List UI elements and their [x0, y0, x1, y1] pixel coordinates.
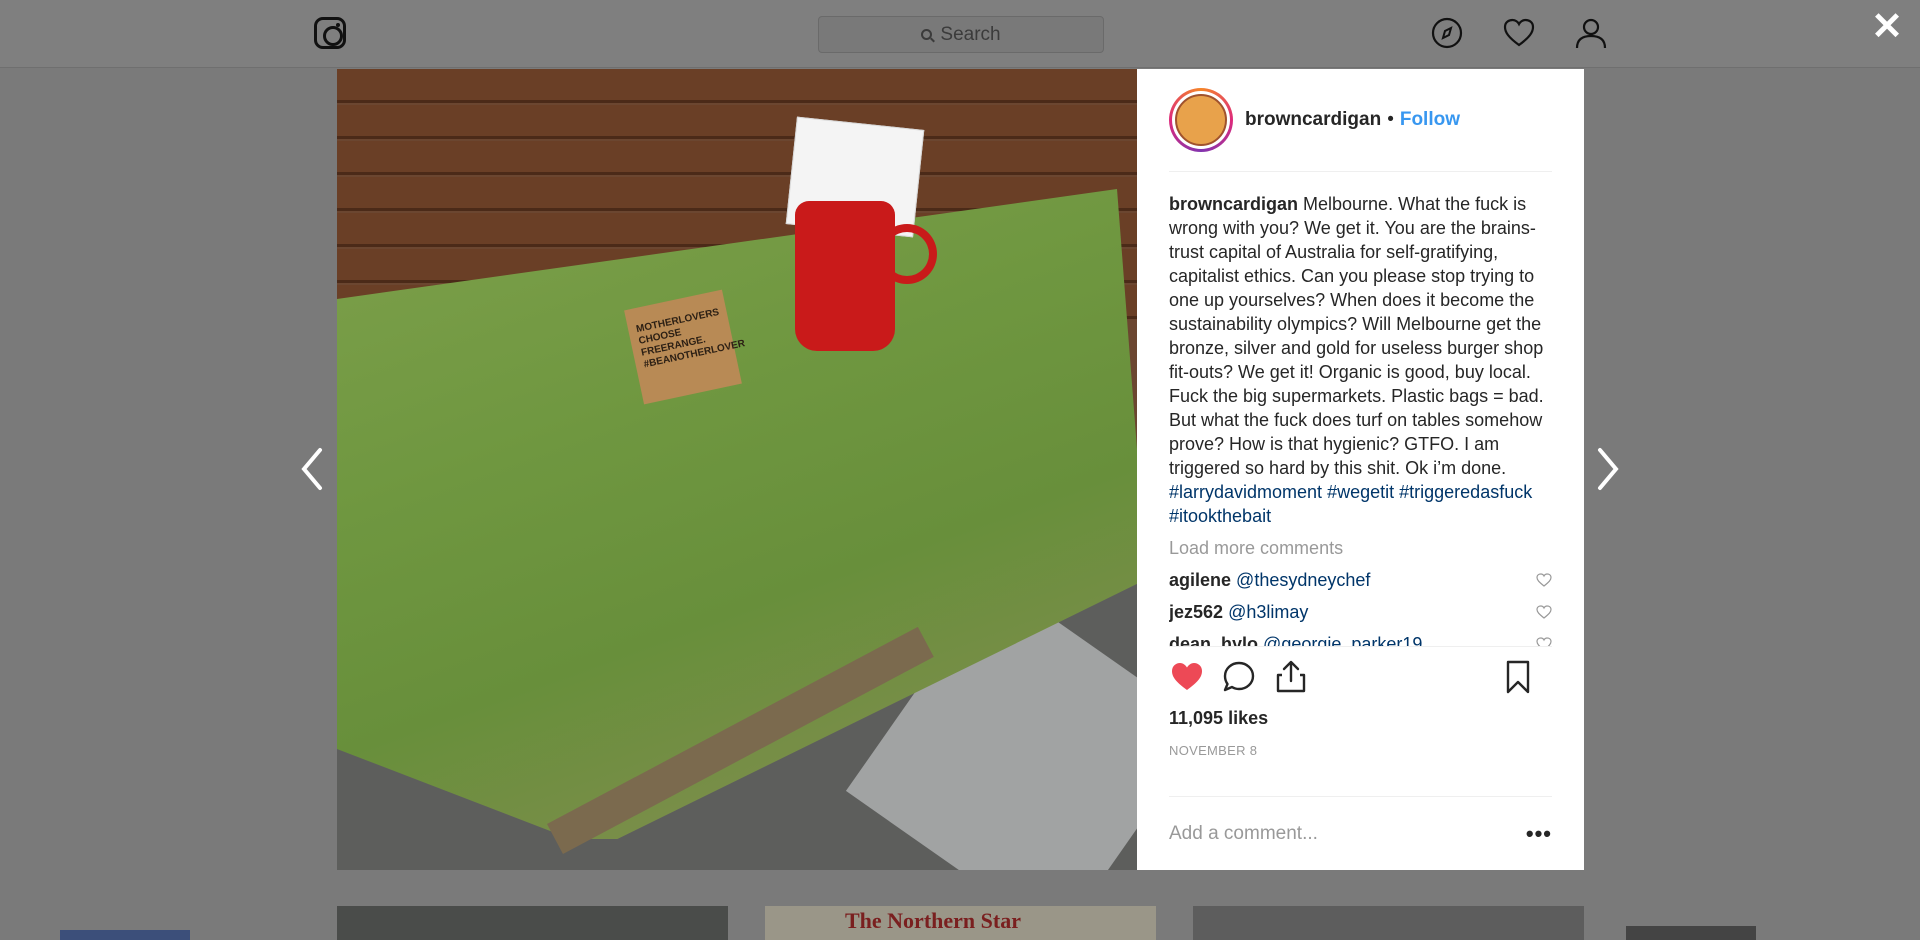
comments-section[interactable]: browncardigan Melbourne. What the fuck i…: [1169, 172, 1552, 646]
comment-body: agilene @thesydneychef: [1169, 568, 1370, 592]
photo-red-jug: [795, 201, 895, 351]
wall-slat: [337, 105, 1137, 139]
post-username[interactable]: browncardigan: [1245, 109, 1381, 131]
comment-row: agilene @thesydneychef: [1169, 568, 1552, 592]
instagram-icon[interactable]: [314, 17, 346, 49]
likes-count[interactable]: 11,095 likes: [1169, 708, 1552, 729]
avatar[interactable]: [1169, 88, 1233, 152]
comment-mention[interactable]: @georgie_parker19: [1263, 634, 1422, 646]
background-thumbnail[interactable]: [337, 906, 728, 940]
post-date: NOVEMBER 8: [1169, 743, 1258, 758]
comment-row: dean_hylo @georgie_parker19: [1169, 632, 1552, 646]
post-sidebar: browncardigan • Follow browncardigan Mel…: [1137, 69, 1584, 870]
hashtag-link[interactable]: #itookthebait: [1169, 506, 1271, 526]
comment-like-icon[interactable]: [1536, 604, 1552, 620]
follow-button[interactable]: Follow: [1400, 109, 1460, 131]
wall-slat: [337, 69, 1137, 103]
like-heart-icon[interactable]: [1169, 659, 1205, 695]
heart-icon[interactable]: [1502, 16, 1536, 50]
background-thumbnail[interactable]: [1193, 906, 1584, 940]
chevron-right-icon[interactable]: [1594, 446, 1624, 492]
thumbnail-title: The Northern Star: [845, 908, 1021, 933]
close-icon[interactable]: ✕: [1870, 8, 1904, 46]
load-more-comments-button[interactable]: Load more comments: [1169, 536, 1552, 560]
comment-mention[interactable]: @h3limay: [1228, 602, 1308, 622]
comment-icon[interactable]: [1221, 659, 1257, 695]
avatar-ring: [1172, 91, 1230, 149]
background-thumbnail-edge: [1626, 926, 1756, 940]
caption-username[interactable]: browncardigan: [1169, 194, 1298, 214]
hashtag-link[interactable]: #larrydavidmoment: [1169, 482, 1322, 502]
comment-username[interactable]: jez562: [1169, 602, 1223, 622]
top-navigation-bar: Search: [0, 0, 1920, 68]
post-photo[interactable]: MOTHERLOVERS CHOOSE FREERANGE. #BEANOTHE…: [337, 69, 1137, 870]
comment-body: jez562 @h3limay: [1169, 600, 1308, 624]
chevron-left-icon[interactable]: [296, 446, 326, 492]
comment-like-icon[interactable]: [1536, 636, 1552, 646]
separator-dot: •: [1387, 109, 1394, 130]
search-input[interactable]: Search: [818, 16, 1104, 53]
hashtag-link[interactable]: #wegetit: [1327, 482, 1394, 502]
caption-text: Melbourne. What the fuck is wrong with y…: [1169, 194, 1544, 478]
comment-mention[interactable]: @thesydneychef: [1236, 570, 1370, 590]
search-placeholder: Search: [940, 23, 1001, 45]
post-modal: MOTHERLOVERS CHOOSE FREERANGE. #BEANOTHE…: [337, 69, 1584, 870]
avatar-image: [1175, 94, 1227, 146]
comment-row: jez562 @h3limay: [1169, 600, 1552, 624]
comment-like-icon[interactable]: [1536, 572, 1552, 588]
more-options-icon[interactable]: •••: [1526, 821, 1552, 847]
search-icon: [921, 29, 933, 40]
post-actions-bar: [1169, 646, 1552, 706]
post-caption: browncardigan Melbourne. What the fuck i…: [1169, 192, 1552, 528]
bookmark-icon[interactable]: [1500, 659, 1536, 695]
share-icon[interactable]: [1273, 659, 1309, 695]
post-header: browncardigan • Follow: [1169, 69, 1552, 172]
photo-sign: MOTHERLOVERS CHOOSE FREERANGE. #BEANOTHE…: [624, 289, 746, 405]
comment-username[interactable]: agilene: [1169, 570, 1231, 590]
compass-icon[interactable]: [1430, 16, 1464, 50]
background-thumbnail-edge: [60, 930, 190, 940]
wall-slat: [337, 141, 1137, 175]
comment-username[interactable]: dean_hylo: [1169, 634, 1258, 646]
comment-body: dean_hylo @georgie_parker19: [1169, 632, 1422, 646]
background-thumbnail[interactable]: The Northern Star: [765, 906, 1156, 940]
add-comment-placeholder: Add a comment...: [1169, 822, 1318, 844]
hashtag-link[interactable]: #triggeredasfuck: [1399, 482, 1532, 502]
add-comment-input[interactable]: Add a comment... •••: [1169, 796, 1552, 870]
user-icon[interactable]: [1574, 16, 1608, 50]
